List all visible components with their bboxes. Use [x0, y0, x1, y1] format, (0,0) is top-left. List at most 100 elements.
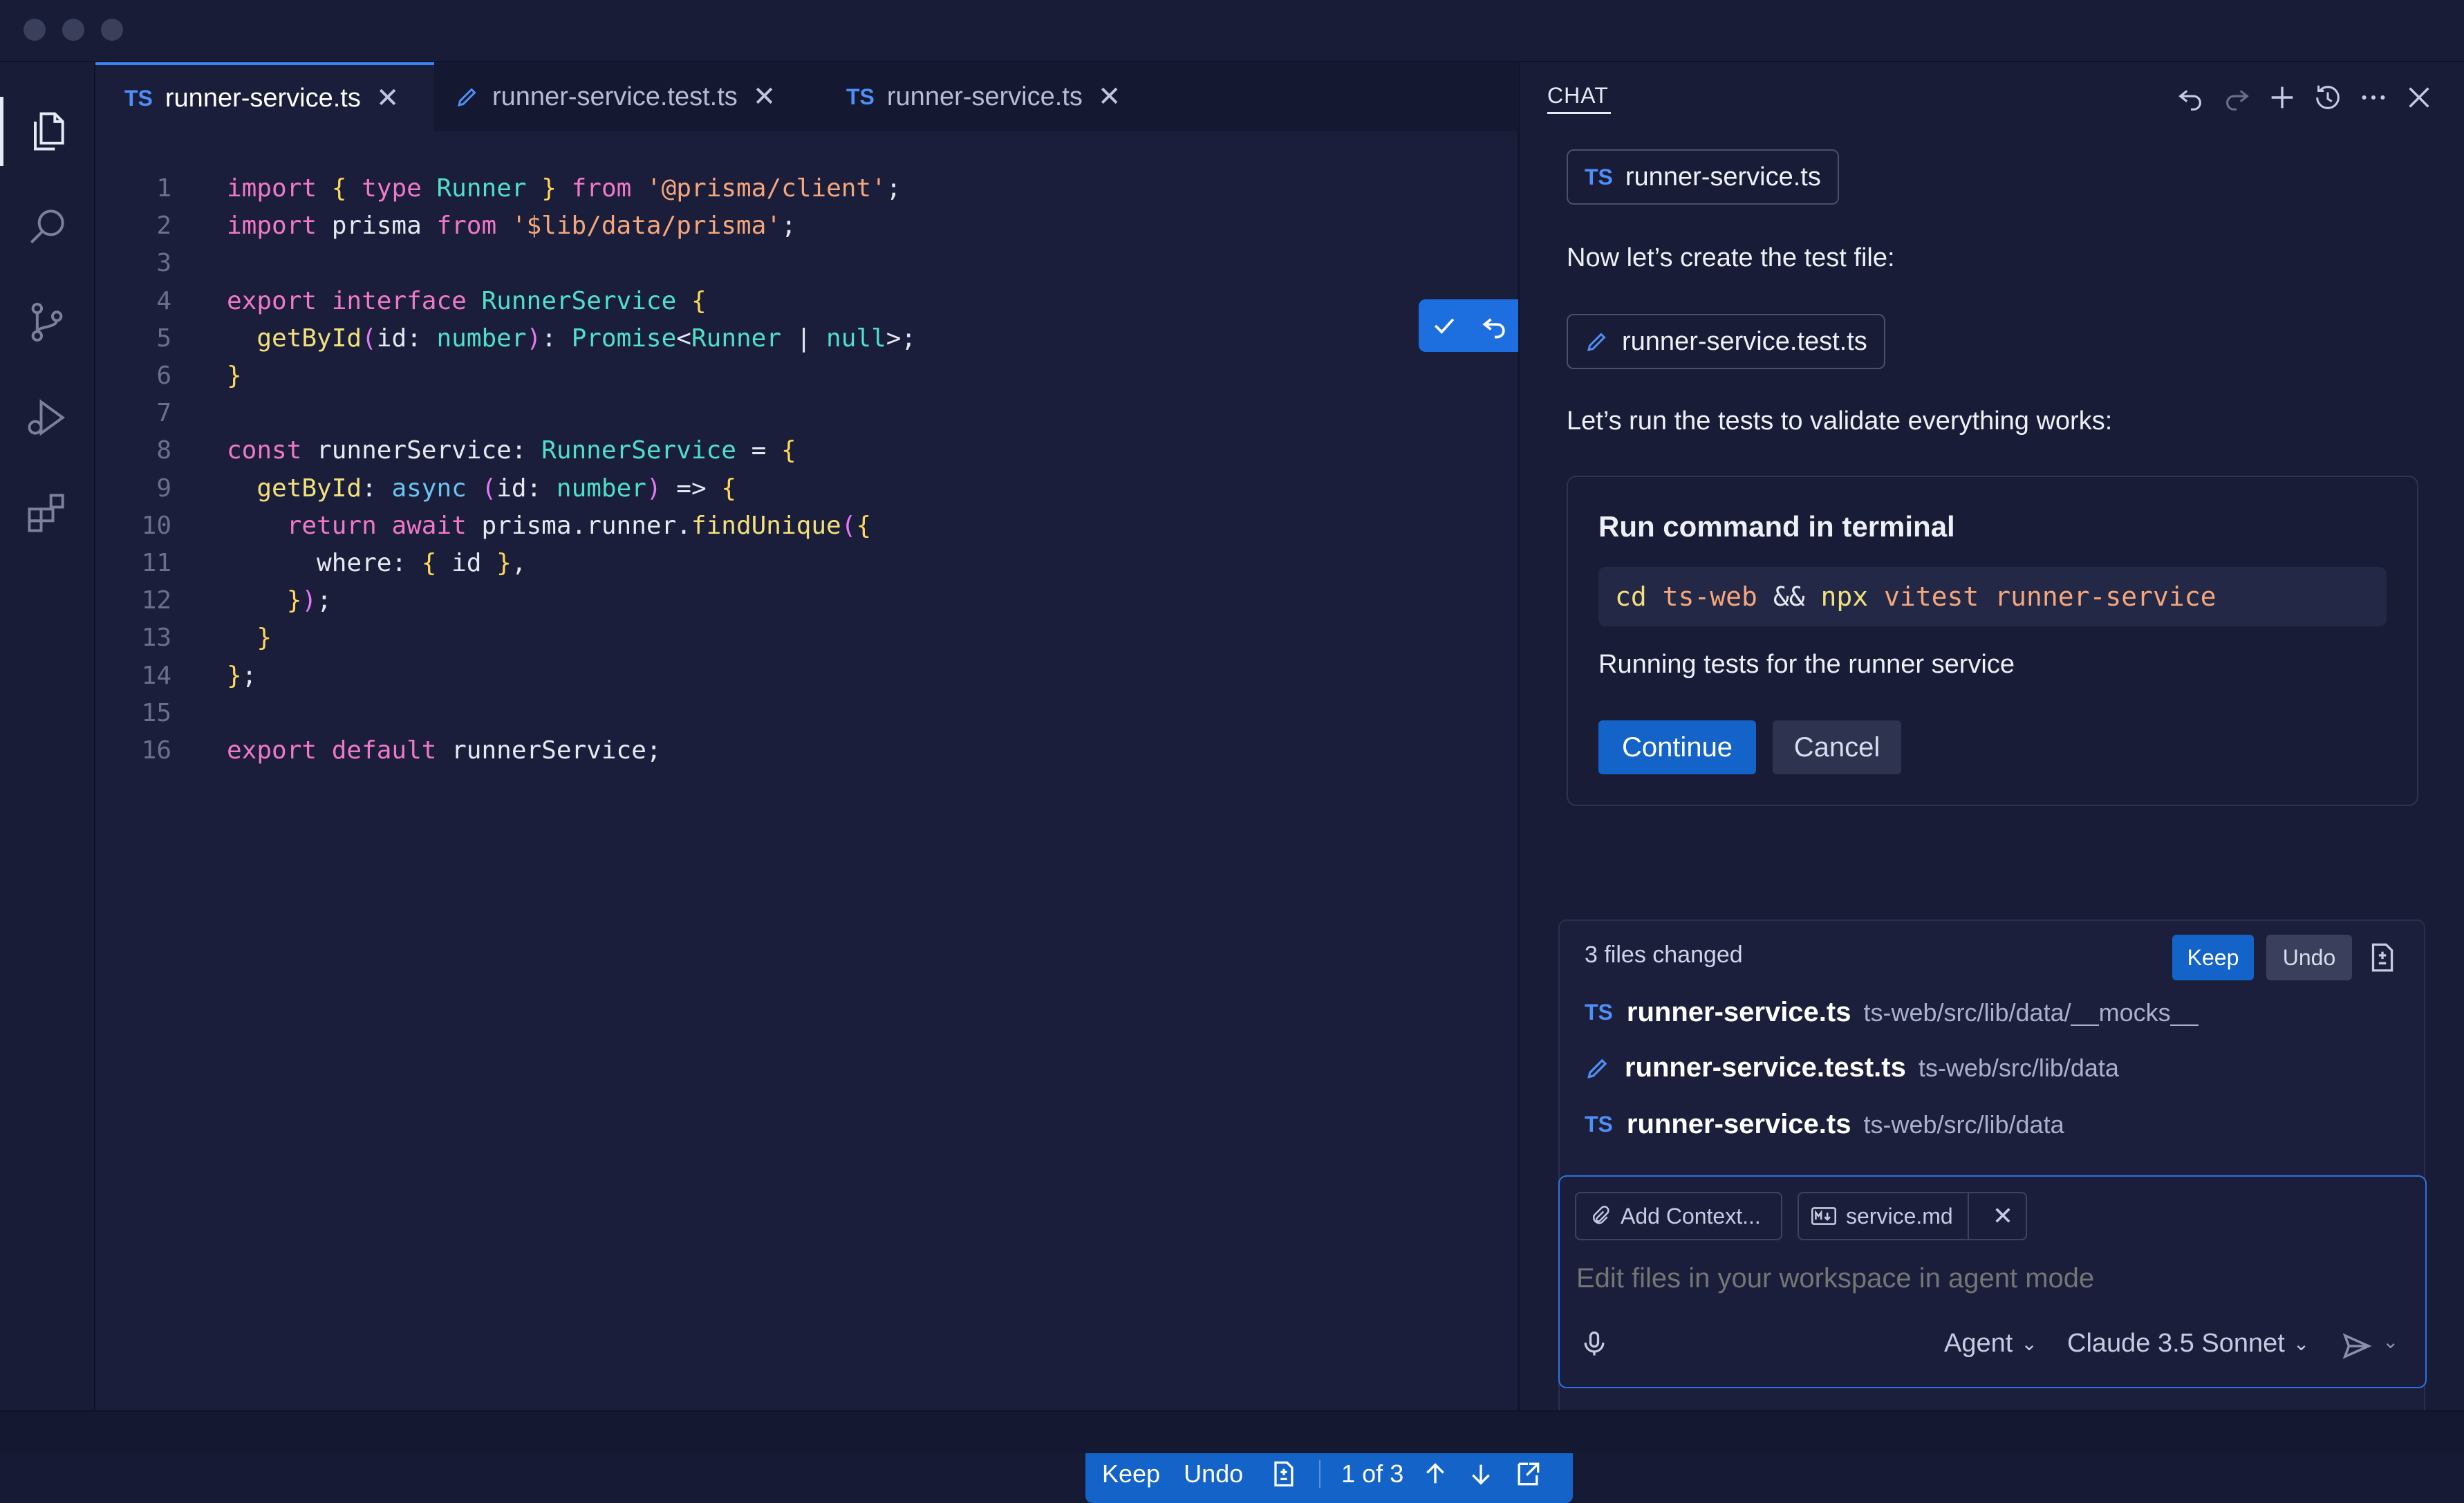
diff-navigation-bar: Keep Undo 1 of 3 [1085, 1445, 1573, 1503]
code-line: } [256, 624, 272, 653]
code-line: return await prisma.runner.findUnique({ [286, 511, 872, 540]
active-tab-indicator [1547, 112, 1611, 114]
code-line: export default runnerService; [227, 736, 662, 765]
close-window-button[interactable] [24, 19, 46, 41]
line-number: 11 [141, 549, 171, 577]
history-icon[interactable] [2312, 82, 2344, 113]
more-icon[interactable] [2358, 82, 2389, 113]
diff-file-icon[interactable] [2364, 940, 2399, 975]
search-button[interactable] [0, 185, 94, 268]
changed-file-row[interactable]: TS runner-service.ts ts-web/src/lib/data [1585, 1109, 2064, 1140]
command-cd: cd [1615, 581, 1647, 612]
code-line: import { type Runner } from '@prisma/cli… [227, 174, 902, 203]
check-icon[interactable] [1429, 310, 1459, 341]
line-number: 2 [156, 212, 171, 241]
file-chip-runner-service-ts[interactable]: TS runner-service.ts [1567, 149, 1839, 205]
line-number: 3 [156, 249, 171, 278]
close-icon[interactable]: ✕ [753, 81, 776, 113]
open-external-icon[interactable] [1513, 1459, 1543, 1489]
typescript-icon: TS [1585, 164, 1613, 189]
keep-button[interactable]: Keep [1102, 1459, 1160, 1488]
undo-all-button[interactable]: Undo [2266, 935, 2352, 980]
keep-all-button[interactable]: Keep [2172, 935, 2254, 980]
close-icon[interactable]: ✕ [376, 82, 400, 114]
changes-summary: 3 files changed [1585, 942, 1743, 968]
line-number: 13 [141, 624, 171, 653]
tab-label: runner-service.test.ts [492, 82, 738, 111]
changed-file-row[interactable]: runner-service.test.ts ts-web/src/lib/da… [1585, 1052, 2119, 1083]
paperclip-icon [1593, 1206, 1609, 1224]
typescript-icon: TS [846, 84, 875, 109]
chat-input-box[interactable]: Add Context... service.md ✕ Agent ⌄ Clau… [1558, 1175, 2427, 1388]
chat-message-text: Now let’s create the test file: [1567, 243, 1895, 272]
model-selector[interactable]: Claude 3.5 Sonnet ⌄ [2067, 1329, 2309, 1359]
continue-button[interactable]: Continue [1598, 720, 1756, 774]
status-bar [0, 1410, 2464, 1453]
line-number: 8 [156, 436, 171, 465]
explorer-button[interactable] [0, 90, 94, 173]
code-line: export interface RunnerService { [227, 286, 707, 315]
typescript-icon: TS [1585, 1000, 1613, 1025]
line-number: 10 [141, 511, 171, 540]
chevron-down-icon: ⌄ [2021, 1333, 2037, 1354]
code-line: }; [227, 661, 257, 690]
undo-button[interactable]: Undo [1184, 1459, 1243, 1488]
search-icon [30, 209, 64, 244]
editor-tab-bar: TS runner-service.ts ✕ runner-service.te… [95, 62, 1517, 131]
run-debug-icon [28, 399, 66, 436]
line-number: 1 [156, 174, 171, 203]
file-path: ts-web/src/lib/data [1918, 1053, 2119, 1082]
code-editor[interactable]: 1 2 3 4 5 6 7 8 9 10 11 12 13 14 15 16 import { type Ru… [95, 131, 1573, 1503]
command-tool: vitest [1884, 581, 1979, 612]
changed-file-row[interactable]: TS runner-service.ts ts-web/src/lib/data… [1585, 997, 2199, 1028]
arrow-up-icon[interactable] [1421, 1460, 1449, 1488]
tab-runner-service-ts[interactable]: TS runner-service.ts ✕ [95, 62, 434, 131]
minimize-window-button[interactable] [62, 19, 84, 41]
diff-file-icon[interactable] [1268, 1459, 1298, 1489]
file-name: runner-service.ts [1626, 1109, 1851, 1139]
chevron-down-icon: ⌄ [2293, 1333, 2310, 1354]
title-bar [0, 0, 2464, 62]
code-line: import prisma from '$lib/data/prisma'; [227, 212, 796, 241]
markdown-icon [1811, 1207, 1836, 1225]
divider [1319, 1460, 1321, 1488]
code-line: where: { id }, [227, 549, 527, 577]
terminal-command: cd ts-web && npx vitest runner-service [1598, 567, 2387, 626]
close-icon[interactable] [2403, 82, 2435, 113]
files-icon [34, 112, 64, 151]
arrow-down-icon[interactable] [1467, 1460, 1495, 1488]
chevron-down-icon[interactable]: ⌄ [2382, 1330, 2398, 1353]
mode-selector[interactable]: Agent ⌄ [1944, 1329, 2037, 1359]
tab-runner-service-test-ts[interactable]: runner-service.test.ts ✕ [455, 62, 814, 131]
source-control-icon [31, 302, 63, 342]
close-icon[interactable]: ✕ [1967, 1192, 2013, 1240]
undo-icon[interactable] [1480, 310, 1510, 341]
send-icon[interactable] [2341, 1330, 2373, 1362]
line-number: 6 [156, 362, 171, 390]
chat-title[interactable]: CHAT [1547, 83, 1609, 109]
pencil-icon [457, 88, 476, 107]
redo-icon[interactable] [2221, 82, 2252, 113]
cancel-button[interactable]: Cancel [1773, 720, 1901, 774]
file-name: runner-service.test.ts [1625, 1052, 1906, 1083]
file-path: ts-web/src/lib/data [1863, 1110, 2064, 1139]
tab-runner-service-ts-2[interactable]: TS runner-service.ts ✕ [846, 62, 1171, 131]
context-file-chip[interactable]: service.md ✕ [1798, 1192, 2027, 1240]
close-icon[interactable]: ✕ [1098, 81, 1121, 113]
plus-icon[interactable] [2266, 82, 2298, 113]
run-debug-button[interactable] [0, 376, 94, 459]
maximize-window-button[interactable] [101, 19, 123, 41]
context-file-name: service.md [1846, 1203, 1953, 1229]
add-context-button[interactable]: Add Context... [1575, 1192, 1782, 1240]
extensions-button[interactable] [0, 472, 94, 554]
undo-icon[interactable] [2175, 82, 2207, 113]
chat-message-text: Let’s run the tests to validate everythi… [1567, 407, 2113, 436]
file-chip-runner-service-test-ts[interactable]: runner-service.test.ts [1567, 314, 1885, 369]
pencil-icon [1587, 333, 1606, 352]
microphone-icon[interactable] [1579, 1329, 1609, 1359]
source-control-button[interactable] [0, 281, 94, 364]
line-number: 5 [156, 324, 171, 353]
chat-input[interactable] [1575, 1257, 2407, 1300]
model-label: Claude 3.5 Sonnet [2067, 1329, 2285, 1358]
activity-bar [0, 62, 95, 1410]
